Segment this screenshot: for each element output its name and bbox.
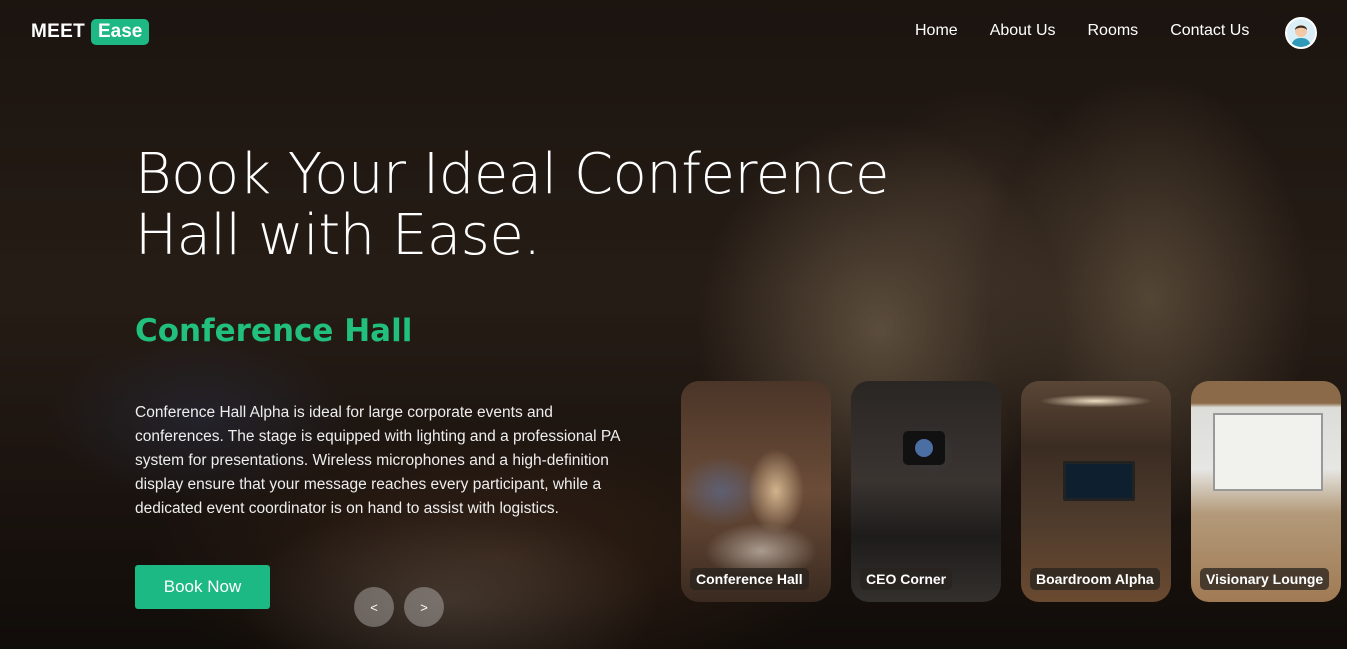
logo-text-meet: MEET [31,21,85,42]
room-card-label: Conference Hall [690,568,809,590]
projector-screen-image [1213,413,1323,491]
user-avatar-icon [1287,19,1315,47]
nav-link-home[interactable]: Home [915,22,958,40]
room-card-boardroom-alpha[interactable]: Boardroom Alpha [1021,381,1171,602]
room-card-visionary-lounge[interactable]: Visionary Lounge [1191,381,1341,602]
camera-image [903,431,945,465]
logo-text-ease: Ease [90,19,150,45]
logo[interactable]: MEET Ease [31,19,150,45]
room-card-ceo-corner[interactable]: CEO Corner [851,381,1001,602]
user-avatar[interactable] [1285,17,1317,49]
display-screen-image [1063,461,1135,501]
hero-title: Book Your Ideal Conference Hall with Eas… [135,142,889,268]
navbar: MEET Ease Home About Us Rooms Contact Us [0,0,1347,66]
room-card-label: Boardroom Alpha [1030,568,1160,590]
nav-links: Home About Us Rooms Contact Us [915,22,1249,40]
room-card-conference-hall[interactable]: Conference Hall [681,381,831,602]
nav-link-rooms[interactable]: Rooms [1088,22,1139,40]
carousel-next-button[interactable]: > [404,587,444,627]
nav-link-contact-us[interactable]: Contact Us [1170,22,1249,40]
room-card-label: Visionary Lounge [1200,568,1330,590]
book-now-button[interactable]: Book Now [135,565,270,609]
room-card-label: CEO Corner [860,568,953,590]
nav-link-about-us[interactable]: About Us [990,22,1056,40]
selected-room-description: Conference Hall Alpha is ideal for large… [135,404,620,517]
carousel-prev-button[interactable]: < [354,587,394,627]
selected-room-title: Conference Hall [135,313,413,349]
